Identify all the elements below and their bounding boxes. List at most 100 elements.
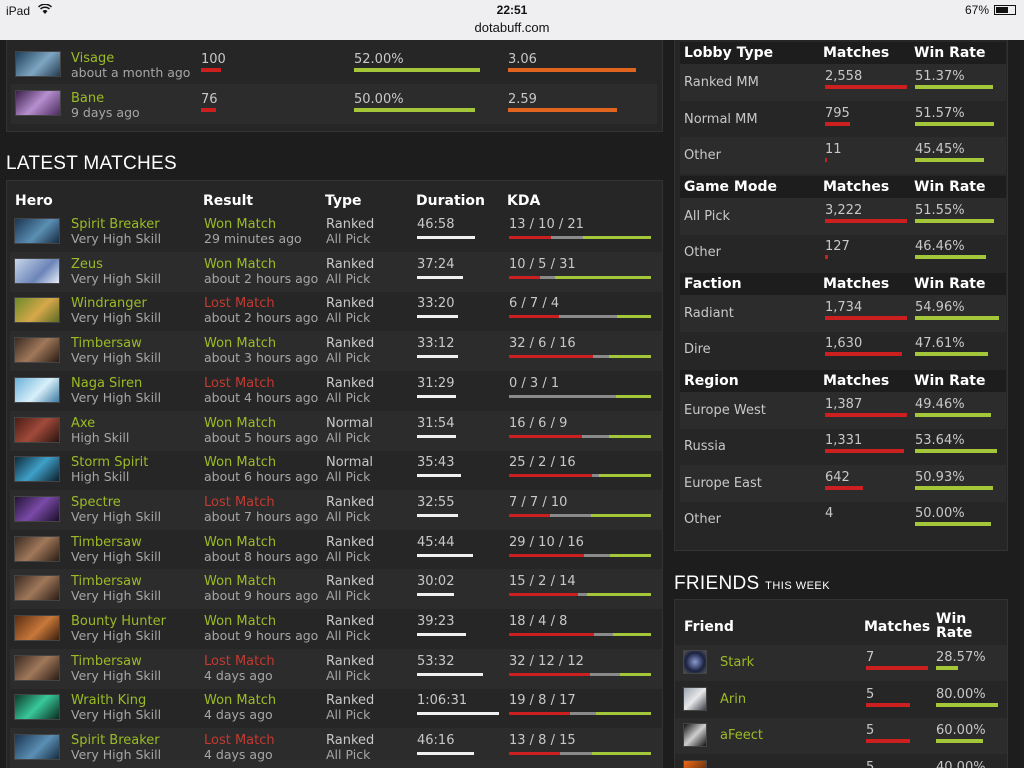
match-mode: All Pick <box>326 270 371 286</box>
hero-row[interactable]: Bane 9 days ago 76 50.00% 2.59 <box>11 84 657 124</box>
address-bar-url[interactable]: dotabuff.com <box>0 20 1024 35</box>
match-hero-name[interactable]: Storm Spirit <box>71 456 148 470</box>
match-kda: 16 / 6 / 9 <box>509 415 568 431</box>
match-mode: All Pick <box>326 588 371 604</box>
match-result[interactable]: Won Match <box>204 218 276 232</box>
hero-portrait <box>14 456 60 483</box>
match-row[interactable]: Timbersaw Very High Skill Lost Match 4 days… <box>10 648 662 689</box>
match-row[interactable]: Zeus Very High Skill Won Match about 2 hour… <box>10 251 662 292</box>
match-result[interactable]: Won Match <box>204 694 276 708</box>
match-hero-name[interactable]: Spirit Breaker <box>71 734 160 748</box>
match-duration: 46:16 <box>417 733 455 749</box>
match-kda: 19 / 8 / 17 <box>509 693 576 709</box>
match-hero-name[interactable]: Wraith King <box>71 694 146 708</box>
friend-row[interactable]: Arin 5 80.00% <box>675 682 1007 718</box>
friend-avatar[interactable] <box>683 723 707 747</box>
match-result[interactable]: Lost Match <box>204 734 275 748</box>
match-result[interactable]: Won Match <box>204 456 276 470</box>
match-hero-name[interactable]: Windranger <box>71 297 147 311</box>
match-row[interactable]: Bounty Hunter Very High Skill Won Match abo… <box>10 609 662 649</box>
friend-avatar[interactable] <box>683 686 707 711</box>
friend-row[interactable]: Stark 7 28.57% <box>675 645 1007 681</box>
match-kda: 15 / 2 / 14 <box>509 574 576 590</box>
match-result[interactable]: Won Match <box>204 257 276 272</box>
friend-name[interactable]: Arin <box>720 692 746 707</box>
match-row[interactable]: Timbersaw Very High Skill Won Match about 3… <box>10 331 662 372</box>
match-row[interactable]: Timbersaw Very High Skill Won Match about 8… <box>10 530 662 570</box>
match-row[interactable]: Storm Spirit High Skill Won Match about 6 h… <box>10 450 662 490</box>
hero-name[interactable]: Visage <box>71 52 114 66</box>
match-mode: All Pick <box>326 707 371 723</box>
friend-winrate: 40.00% <box>936 759 986 768</box>
match-type: Normal <box>326 455 374 471</box>
match-hero-name[interactable]: Timbersaw <box>71 575 142 589</box>
match-result[interactable]: Lost Match <box>204 654 275 669</box>
match-result[interactable]: Lost Match <box>204 297 275 311</box>
friend-row[interactable]: aFeect 5 60.00% <box>675 718 1007 754</box>
match-kda: 32 / 6 / 16 <box>509 336 576 352</box>
group-label: Faction <box>684 275 742 292</box>
match-hero-name[interactable]: Zeus <box>71 257 103 272</box>
match-hero-name[interactable]: Timbersaw <box>71 337 142 351</box>
stats-winrate-bar <box>915 315 999 320</box>
match-row[interactable]: Wraith King Very High Skill Won Match 4 day… <box>10 688 662 728</box>
friend-name[interactable]: Stark <box>720 656 754 670</box>
match-result[interactable]: Won Match <box>204 615 276 629</box>
match-row[interactable]: Spectre Very High Skill Lost Match about 7 … <box>10 489 662 530</box>
match-hero-name[interactable]: Spirit Breaker <box>71 218 160 232</box>
match-result[interactable]: Won Match <box>204 416 276 431</box>
duration-bar <box>417 513 458 517</box>
match-result[interactable]: Won Match <box>204 575 276 589</box>
match-time-ago: about 5 hours ago <box>204 429 319 445</box>
winrate-header-line2: Rate <box>936 625 973 641</box>
stats-matches-bar <box>825 449 904 453</box>
hero-name[interactable]: Bane <box>71 92 104 106</box>
match-hero-name[interactable]: Axe <box>71 416 95 431</box>
match-hero-name[interactable]: Timbersaw <box>71 654 142 669</box>
match-row[interactable]: Spirit Breaker Very High Skill Lost Match 4… <box>10 728 662 768</box>
match-hero-name[interactable]: Naga Siren <box>71 376 142 391</box>
match-kda: 18 / 4 / 8 <box>509 614 568 629</box>
stats-row: Ranked MM 2,558 51.37% <box>680 64 1006 101</box>
match-result[interactable]: Won Match <box>204 535 276 550</box>
stats-winrate-bar <box>915 255 986 259</box>
kda-kills-bar <box>509 553 584 557</box>
friend-avatar[interactable] <box>683 650 707 674</box>
match-duration: 37:24 <box>417 256 455 272</box>
hero-winrate: 50.00% <box>354 92 404 107</box>
friends-subtitle: THIS WEEK <box>765 580 831 592</box>
kda-deaths-bar <box>540 275 555 279</box>
hero-portrait <box>14 297 60 324</box>
match-result[interactable]: Lost Match <box>204 495 275 510</box>
duration-bar <box>417 593 454 597</box>
hero-portrait <box>14 575 60 602</box>
match-row[interactable]: Naga Siren Very High Skill Lost Match about… <box>10 371 662 411</box>
hero-last-played: 9 days ago <box>71 105 140 120</box>
kda-assists-bar <box>610 553 651 557</box>
match-mode: All Pick <box>326 231 371 246</box>
stats-group-header: Game Mode Matches Win Rate <box>680 175 1006 198</box>
match-result[interactable]: Lost Match <box>204 376 275 391</box>
match-hero-name[interactable]: Spectre <box>71 495 121 510</box>
match-hero-name[interactable]: Bounty Hunter <box>71 615 166 629</box>
hero-portrait <box>14 654 60 681</box>
kda-deaths-bar <box>509 394 616 398</box>
friends-title-text: FRIENDS <box>674 573 760 594</box>
match-row[interactable]: Windranger Very High Skill Lost Match about… <box>10 291 662 331</box>
friend-avatar[interactable] <box>683 759 707 768</box>
match-result[interactable]: Won Match <box>204 337 276 351</box>
match-hero-name[interactable]: Timbersaw <box>71 535 142 550</box>
friend-name[interactable]: aFeect <box>720 729 763 743</box>
hero-row[interactable]: Visage about a month ago 100 52.00% 3.06 <box>11 44 663 84</box>
match-type: Ranked <box>326 296 375 312</box>
friend-row[interactable]: 5 40.00% <box>675 755 1007 768</box>
match-row[interactable]: Spirit Breaker Very High Skill Won Match 29… <box>10 212 662 252</box>
stats-matches-bar <box>825 255 828 259</box>
match-type: Ranked <box>326 217 375 232</box>
stats-row-winrate: 50.93% <box>915 469 965 485</box>
kda-kills-bar <box>509 275 540 279</box>
match-row[interactable]: Timbersaw Very High Skill Won Match about 9… <box>10 569 662 610</box>
group-matches-header: Matches <box>823 45 890 61</box>
match-row[interactable]: Axe High Skill Won Match about 5 hours ago N… <box>10 410 662 451</box>
hero-portrait <box>14 376 60 403</box>
